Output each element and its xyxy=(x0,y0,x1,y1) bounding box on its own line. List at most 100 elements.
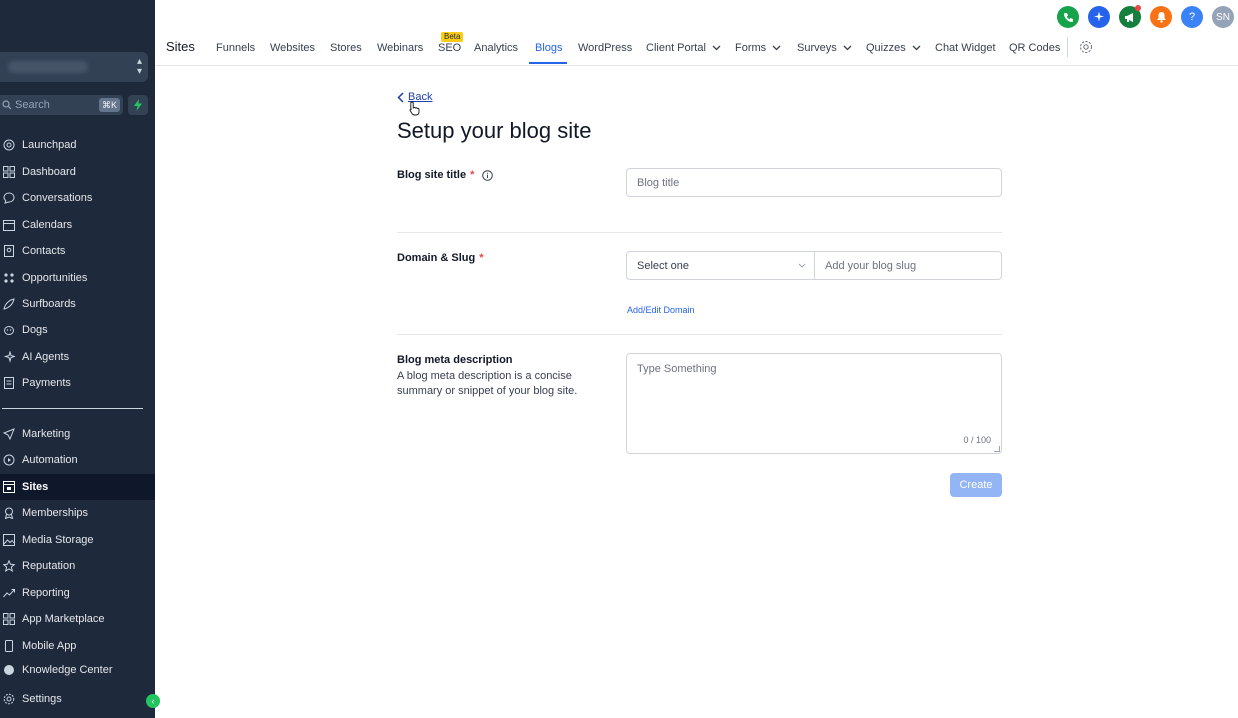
tab-client-portal[interactable]: Client Portal xyxy=(646,42,721,54)
sidebar-item-dashboard[interactable]: Dashboard xyxy=(0,159,155,185)
calendar-icon xyxy=(0,219,22,231)
tab-wordpress[interactable]: WordPress xyxy=(578,42,632,54)
tab-qr-codes[interactable]: QR Codes xyxy=(1009,42,1060,54)
create-button[interactable]: Create xyxy=(950,473,1002,497)
sidebar-item-surfboards[interactable]: Surfboards xyxy=(0,291,155,317)
chevron-left-icon: ‹ xyxy=(151,696,155,706)
tab-label: Client Portal xyxy=(646,42,706,54)
tab-chat-widget[interactable]: Chat Widget xyxy=(935,42,996,54)
chevron-down-icon xyxy=(843,45,852,51)
sidebar-search[interactable]: Search ⌘K xyxy=(0,95,123,115)
automation-icon xyxy=(0,454,22,466)
notifications-button[interactable] xyxy=(1150,6,1172,28)
label-text: Blog meta description xyxy=(397,354,513,366)
sidebar-item-app-marketplace[interactable]: App Marketplace xyxy=(0,606,155,632)
sidebar-item-ai-agents[interactable]: AI Agents xyxy=(0,344,155,370)
chevron-down-icon xyxy=(912,45,921,51)
image-icon xyxy=(0,534,22,546)
tab-analytics[interactable]: Analytics xyxy=(474,42,518,54)
tab-quizzes[interactable]: Quizzes xyxy=(866,42,921,54)
textarea-placeholder: Type Something xyxy=(637,363,717,375)
blog-slug-input[interactable]: Add your blog slug xyxy=(814,251,1002,280)
sidebar-item-label: AI Agents xyxy=(22,351,70,363)
sidebar-item-calendars[interactable]: Calendars xyxy=(0,212,155,238)
meta-description-help: A blog meta description is a concise sum… xyxy=(397,370,578,397)
meta-description-textarea[interactable]: Type Something 0 / 100 xyxy=(626,353,1002,454)
chat-bubble-icon xyxy=(0,192,22,204)
tab-webinars[interactable]: Webinars xyxy=(377,42,423,54)
blog-title-input[interactable]: Blog title xyxy=(626,168,1002,197)
sidebar-item-label: Contacts xyxy=(22,245,66,257)
resize-handle[interactable] xyxy=(994,446,1000,452)
blog-title-label: Blog site title * xyxy=(397,169,494,181)
sidebar-item-knowledge-center[interactable]: Knowledge Center xyxy=(0,664,155,678)
select-value: Select one xyxy=(637,259,689,272)
notification-dot xyxy=(1135,5,1141,11)
sidebar-item-marketing[interactable]: Marketing xyxy=(0,421,155,447)
sidebar-collapse-button[interactable]: ‹ xyxy=(146,694,160,708)
tab-label: Forms xyxy=(735,42,767,54)
account-name-blurred xyxy=(8,61,88,73)
avatar[interactable]: SN xyxy=(1212,6,1234,28)
sparkle-icon xyxy=(0,351,22,363)
chevron-left-icon xyxy=(397,91,404,103)
mobile-icon xyxy=(0,640,22,652)
sidebar-item-label: Surfboards xyxy=(22,298,76,310)
sidebar-item-label: Sites xyxy=(22,481,49,493)
sidebar-item-automation[interactable]: Automation xyxy=(0,447,155,473)
tab-blogs[interactable]: Blogs xyxy=(535,42,563,54)
input-placeholder: Add your blog slug xyxy=(825,259,917,272)
book-icon xyxy=(0,664,22,676)
sidebar-item-reputation[interactable]: Reputation xyxy=(0,553,155,579)
sidebar-item-mobile-app[interactable]: Mobile App xyxy=(0,633,155,659)
sidebar: ▴ ▾ Search ⌘K Launchpad Dashboard Convers… xyxy=(0,0,155,718)
tab-websites[interactable]: Websites xyxy=(270,42,315,54)
tab-forms[interactable]: Forms xyxy=(735,42,781,54)
phone-button[interactable] xyxy=(1057,6,1079,28)
sidebar-item-label: Marketing xyxy=(22,428,71,440)
meta-description-label: Blog meta description xyxy=(397,354,513,366)
required-asterisk: * xyxy=(470,169,475,181)
sidebar-item-launchpad[interactable]: Launchpad xyxy=(0,132,155,158)
sidebar-item-sites[interactable]: Sites xyxy=(0,474,155,500)
tab-seo[interactable]: SEO xyxy=(438,42,461,54)
sidebar-item-opportunities[interactable]: Opportunities xyxy=(0,265,155,291)
sidebar-item-conversations[interactable]: Conversations xyxy=(0,185,155,211)
sidebar-item-label: Reporting xyxy=(22,587,70,599)
beta-badge: Beta xyxy=(441,32,464,42)
sidebar-item-dogs[interactable]: Dogs xyxy=(0,317,155,343)
sidebar-item-label: Dogs xyxy=(22,324,48,336)
chevron-updown-icon: ▴ ▾ xyxy=(136,56,142,77)
sidebar-item-reporting[interactable]: Reporting xyxy=(0,580,155,606)
sidebar-item-contacts[interactable]: Contacts xyxy=(0,238,155,264)
label-text: Domain & Slug xyxy=(397,252,476,264)
sidebar-item-label: Reputation xyxy=(22,560,76,572)
dog-icon xyxy=(0,324,22,336)
sidebar-item-label: Opportunities xyxy=(22,272,88,284)
contacts-icon xyxy=(0,245,22,257)
trend-icon xyxy=(0,587,22,599)
tab-surveys[interactable]: Surveys xyxy=(797,42,852,54)
section-divider xyxy=(397,232,1002,233)
sidebar-item-payments[interactable]: Payments xyxy=(0,370,155,396)
help-button[interactable]: ? xyxy=(1181,6,1203,28)
sidebar-item-settings[interactable]: Settings xyxy=(0,686,155,712)
required-asterisk: * xyxy=(479,252,484,264)
gear-icon xyxy=(0,693,22,705)
domain-select[interactable]: Select one xyxy=(626,251,815,280)
sidebar-item-memberships[interactable]: Memberships xyxy=(0,500,155,526)
tab-funnels[interactable]: Funnels xyxy=(216,42,255,54)
megaphone-icon xyxy=(1125,12,1133,22)
character-counter: 0 / 100 xyxy=(963,435,991,445)
ai-assistant-button[interactable] xyxy=(1088,6,1110,28)
sidebar-item-media-storage[interactable]: Media Storage xyxy=(0,527,155,553)
settings-button[interactable] xyxy=(1079,40,1093,59)
info-icon[interactable] xyxy=(482,169,494,181)
quick-action-button[interactable] xyxy=(128,95,148,115)
sidebar-item-label: Dashboard xyxy=(22,166,76,178)
sites-icon xyxy=(0,481,22,493)
add-edit-domain-link[interactable]: Add/Edit Domain xyxy=(627,305,695,315)
account-switcher[interactable]: ▴ ▾ xyxy=(0,52,148,82)
tab-stores[interactable]: Stores xyxy=(330,42,362,54)
tab-label: Quizzes xyxy=(866,42,906,54)
